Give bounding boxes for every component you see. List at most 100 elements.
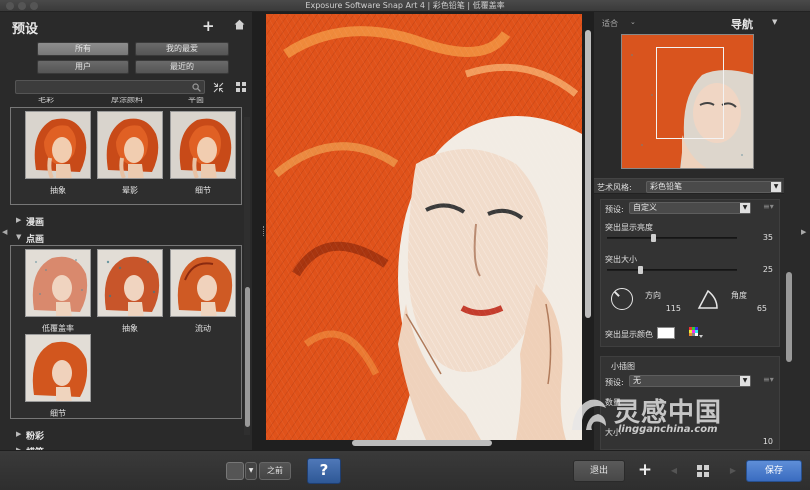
options-menu-icon[interactable]: ≡▾: [763, 202, 774, 211]
before-button[interactable]: 之前: [259, 462, 291, 480]
settings-scrollbar[interactable]: [786, 272, 792, 362]
help-button[interactable]: ?: [307, 458, 341, 484]
preset-thumbnail[interactable]: [25, 334, 91, 402]
filter-recent-button[interactable]: 最近的: [135, 60, 229, 74]
navigator-viewport-box[interactable]: [656, 47, 724, 139]
highlight-color-swatch[interactable]: [657, 327, 675, 339]
color-palette-icon[interactable]: [689, 327, 703, 339]
image-canvas[interactable]: [252, 12, 594, 450]
preset-label: 流动: [195, 324, 211, 333]
before-mode-dropdown[interactable]: ▼: [245, 462, 257, 480]
scrollbar-thumb[interactable]: [585, 30, 591, 318]
preset-label: 细节: [50, 409, 66, 418]
category-comic[interactable]: ▶ 漫画: [10, 214, 244, 228]
collapse-left-panel-icon[interactable]: ◀: [2, 228, 7, 236]
presets-list[interactable]: 毛彩 厚涂颜料 平面 抽象 晕影 细节 ▶ 漫画 ▼ 点画 低覆盖率 抽象 流动…: [10, 97, 244, 450]
navigator-preview[interactable]: [621, 34, 754, 169]
scrollbar-thumb[interactable]: [245, 287, 250, 427]
preset-thumbnail[interactable]: [97, 249, 163, 317]
highlight-brightness-slider[interactable]: [607, 234, 737, 242]
highlight-color-label: 突出显示颜色: [605, 330, 653, 339]
angle-icon[interactable]: [697, 288, 719, 310]
direction-label: 方向: [645, 291, 661, 300]
pencil-settings-group: 预设: 自定义 ▼ ≡▾ 突出显示亮度 35 突出大小 25 方向 115 角度…: [600, 199, 780, 347]
vignette-title: 小插图: [611, 362, 635, 371]
window-title: Exposure Software Snap Art 4 | 彩色铅笔 | 低覆…: [305, 1, 505, 10]
angle-label: 角度: [731, 291, 747, 300]
preset-thumbnail-selected[interactable]: [25, 249, 91, 317]
slider-thumb[interactable]: [637, 266, 643, 274]
highlight-size-label: 突出大小: [605, 255, 637, 264]
exit-button[interactable]: 退出: [573, 460, 625, 482]
highlight-size-value: 25: [762, 265, 773, 274]
slider-thumb[interactable]: [650, 234, 656, 242]
navigator-collapse-icon[interactable]: ▼: [772, 18, 777, 26]
navigator-header: 适合 ⌄ 导航 ▼: [594, 12, 810, 34]
layout-grid-icon[interactable]: [696, 463, 710, 479]
category-pastel[interactable]: ▶ 粉彩: [10, 428, 244, 442]
preset-label: 细节: [195, 186, 211, 195]
search-icon: [192, 83, 201, 92]
art-style-label: 艺术风格:: [597, 183, 632, 192]
preset-thumbnail[interactable]: [170, 249, 236, 317]
save-button[interactable]: 保存: [746, 460, 802, 482]
options-menu-icon[interactable]: ≡▾: [763, 375, 774, 384]
art-style-select[interactable]: 彩色铅笔 ▼: [646, 181, 782, 193]
next-arrow-icon[interactable]: ▶: [726, 463, 740, 479]
chevron-down-icon[interactable]: ⌄: [630, 18, 636, 26]
preset-thumbnail[interactable]: [97, 111, 163, 179]
expand-triangle-icon: ▶: [16, 216, 22, 224]
collapse-all-icon[interactable]: [213, 82, 224, 93]
preset-group-box: 低覆盖率 抽象 流动 细节: [10, 245, 242, 419]
navigator-title: 导航: [731, 18, 753, 31]
vignette-preset-label: 预设:: [605, 378, 624, 387]
preset-select[interactable]: 自定义 ▼: [629, 202, 751, 214]
before-view-toggle[interactable]: [226, 462, 244, 480]
watermark: 灵感中国 lingganchina.com: [568, 392, 800, 442]
filter-favorites-button[interactable]: 我的最爱: [135, 42, 229, 56]
canvas-vertical-scrollbar[interactable]: [585, 30, 591, 320]
presets-panel: 预设 + 所有 我的最爱 用户 最近的 毛彩 厚涂颜料 平面 抽象 晕影 细节 …: [0, 12, 252, 450]
canvas-horizontal-scrollbar[interactable]: [352, 440, 492, 446]
watermark-logo-icon: [572, 399, 606, 430]
presets-header: 预设 +: [0, 12, 252, 40]
preset-label: 抽象: [50, 186, 66, 195]
angle-value: 65: [756, 304, 767, 313]
category-stipple[interactable]: ▼ 点画: [10, 231, 244, 245]
filter-user-button[interactable]: 用户: [37, 60, 129, 74]
dropdown-arrow-icon: ▼: [740, 376, 750, 386]
grid-view-icon[interactable]: [236, 82, 246, 92]
bottom-toolbar: ▼ 之前 ? 退出 + ◀ ▶ 保存: [0, 450, 810, 490]
expand-triangle-icon: ▶: [16, 430, 22, 438]
presets-title: 预设: [12, 22, 39, 37]
collapse-right-panel-icon[interactable]: ▶: [801, 228, 806, 236]
direction-value: 115: [665, 304, 681, 313]
add-preset-button[interactable]: +: [202, 17, 215, 35]
preset-label: 抽象: [122, 324, 138, 333]
zoom-fit-dropdown[interactable]: 适合: [602, 18, 618, 29]
preset-thumbnail[interactable]: [25, 111, 91, 179]
preset-label: 预设:: [605, 205, 624, 214]
highlight-brightness-value: 35: [762, 233, 773, 242]
preset-thumbnail[interactable]: [170, 111, 236, 179]
painted-image: [266, 14, 582, 440]
collapse-triangle-icon: ▼: [16, 233, 22, 241]
direction-dial[interactable]: [611, 288, 633, 310]
watermark-url: lingganchina.com: [618, 424, 718, 435]
preset-search-input[interactable]: [15, 80, 205, 94]
highlight-brightness-label: 突出显示亮度: [605, 223, 653, 232]
panel-resize-handle[interactable]: [263, 226, 265, 236]
dropdown-arrow-icon: ▼: [771, 182, 781, 192]
add-button[interactable]: +: [636, 460, 654, 482]
settings-panel: 适合 ⌄ 导航 ▼ 艺术风格: 彩色铅笔 ▼ 预设: 自定义 ▼ ≡▾ 突出显示…: [594, 12, 810, 450]
prev-arrow-icon[interactable]: ◀: [667, 463, 681, 479]
vignette-preset-select[interactable]: 无 ▼: [629, 375, 751, 387]
highlight-size-slider[interactable]: [607, 266, 737, 274]
filter-all-button[interactable]: 所有: [37, 42, 129, 56]
preset-label: 晕影: [122, 186, 138, 195]
art-style-row: 艺术风格: 彩色铅笔 ▼: [594, 178, 784, 194]
presets-scrollbar[interactable]: [244, 117, 250, 435]
window-titlebar: Exposure Software Snap Art 4 | 彩色铅笔 | 低覆…: [0, 0, 810, 12]
home-icon[interactable]: [234, 19, 245, 30]
preset-label: 低覆盖率: [42, 324, 74, 333]
